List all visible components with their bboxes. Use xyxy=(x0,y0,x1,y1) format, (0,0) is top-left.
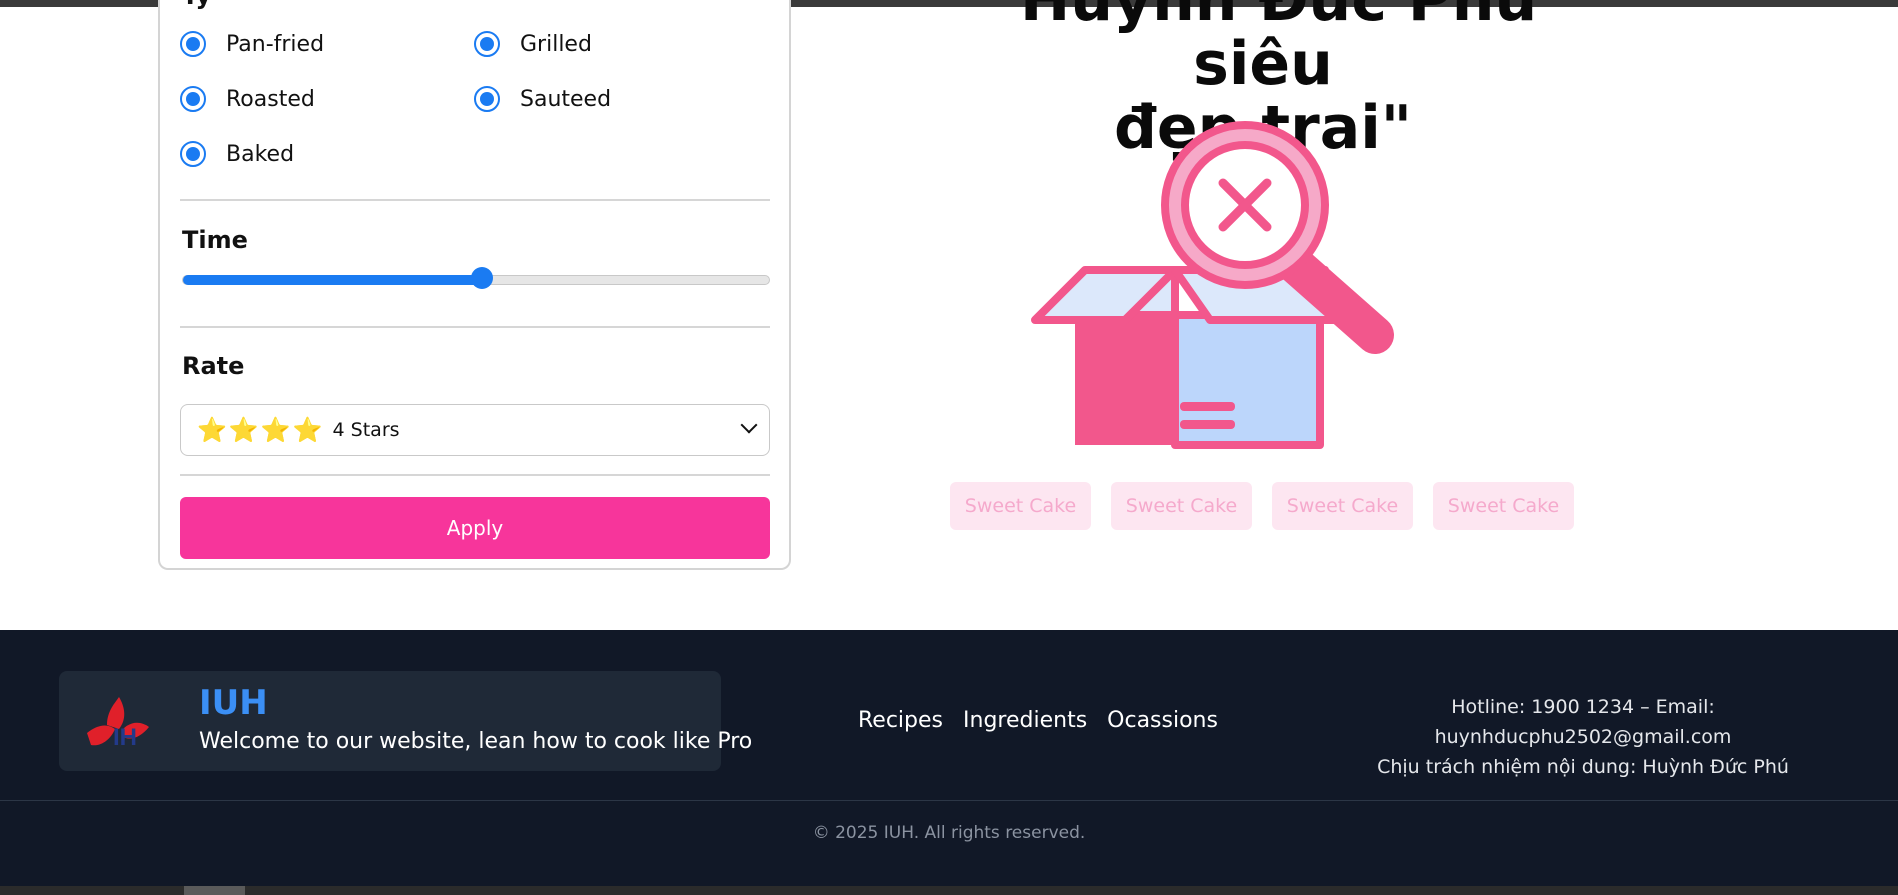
radio-checked-icon[interactable] xyxy=(474,31,500,57)
radio-checked-icon[interactable] xyxy=(180,31,206,57)
chevron-down-icon xyxy=(740,416,758,434)
results-heading-line-1: "Huỳnh Đức Phú siêu xyxy=(988,0,1538,99)
type-section-heading-cropped: Ty xyxy=(182,0,211,10)
divider xyxy=(180,326,770,328)
content-responsibility: Chịu trách nhiệm nội dung: Huỳnh Đức Phú xyxy=(1377,756,1789,778)
footer-link-ocassions[interactable]: Ocassions xyxy=(1107,708,1218,733)
footer-nav: Recipes Ingredients Ocassions xyxy=(858,708,1218,733)
no-results-icon xyxy=(1031,121,1394,449)
horizontal-scrollbar[interactable] xyxy=(0,886,1898,895)
option-label: Sauteed xyxy=(520,86,612,112)
star-icons: ⭐⭐⭐⭐ xyxy=(197,416,325,445)
rate-title: Rate xyxy=(182,352,245,380)
option-baked[interactable]: Baked xyxy=(180,141,294,167)
divider xyxy=(180,474,770,476)
brand-name: IUH xyxy=(199,683,268,723)
time-slider[interactable] xyxy=(182,267,770,289)
footer-link-ingredients[interactable]: Ingredients xyxy=(963,708,1087,733)
time-title: Time xyxy=(182,226,248,254)
copyright: © 2025 IUH. All rights reserved. xyxy=(812,823,1086,843)
apply-button[interactable]: Apply xyxy=(180,497,770,559)
svg-text:IH: IH xyxy=(113,724,137,751)
rate-selected-label: 4 Stars xyxy=(332,419,400,441)
time-slider-handle[interactable] xyxy=(470,267,493,289)
footer-link-recipes[interactable]: Recipes xyxy=(858,708,943,733)
footer: IH IUH Welcome to our website, lean how … xyxy=(0,630,1898,886)
radio-checked-icon[interactable] xyxy=(180,141,206,167)
option-sauteed[interactable]: Sauteed xyxy=(474,86,611,112)
tag-list: Sweet Cake Sweet Cake Sweet Cake Sweet C… xyxy=(950,482,1574,530)
footer-divider xyxy=(0,800,1898,801)
tag-chip[interactable]: Sweet Cake xyxy=(1111,482,1252,530)
radio-checked-icon[interactable] xyxy=(474,86,500,112)
filter-panel: Ty Pan-fried Grilled Roasted Sauteed Bak… xyxy=(158,0,791,570)
tag-chip[interactable]: Sweet Cake xyxy=(1433,482,1574,530)
option-roasted[interactable]: Roasted xyxy=(180,86,315,112)
brand-tagline: Welcome to our website, lean how to cook… xyxy=(199,729,753,754)
radio-checked-icon[interactable] xyxy=(180,86,206,112)
option-label: Pan-fried xyxy=(226,31,325,57)
option-grilled[interactable]: Grilled xyxy=(474,31,592,57)
brand-card: IH IUH Welcome to our website, lean how … xyxy=(59,671,752,771)
option-label: Roasted xyxy=(226,86,315,112)
option-label: Baked xyxy=(226,141,295,167)
option-pan-fried[interactable]: Pan-fried xyxy=(180,31,324,57)
time-slider-fill xyxy=(183,275,482,285)
divider xyxy=(180,199,770,201)
tag-chip[interactable]: Sweet Cake xyxy=(1272,482,1413,530)
contact-info: Hotline: 1900 1234 – Email: huynhducphu2… xyxy=(1300,692,1866,782)
tag-chip[interactable]: Sweet Cake xyxy=(950,482,1091,530)
contact-hotline-email: Hotline: 1900 1234 – Email: huynhducphu2… xyxy=(1434,696,1732,748)
iuh-logo-icon: IH xyxy=(87,697,149,751)
rate-select[interactable]: ⭐⭐⭐⭐ 4 Stars xyxy=(180,404,770,456)
scrollbar-thumb[interactable] xyxy=(184,886,245,895)
option-label: Grilled xyxy=(520,31,592,57)
